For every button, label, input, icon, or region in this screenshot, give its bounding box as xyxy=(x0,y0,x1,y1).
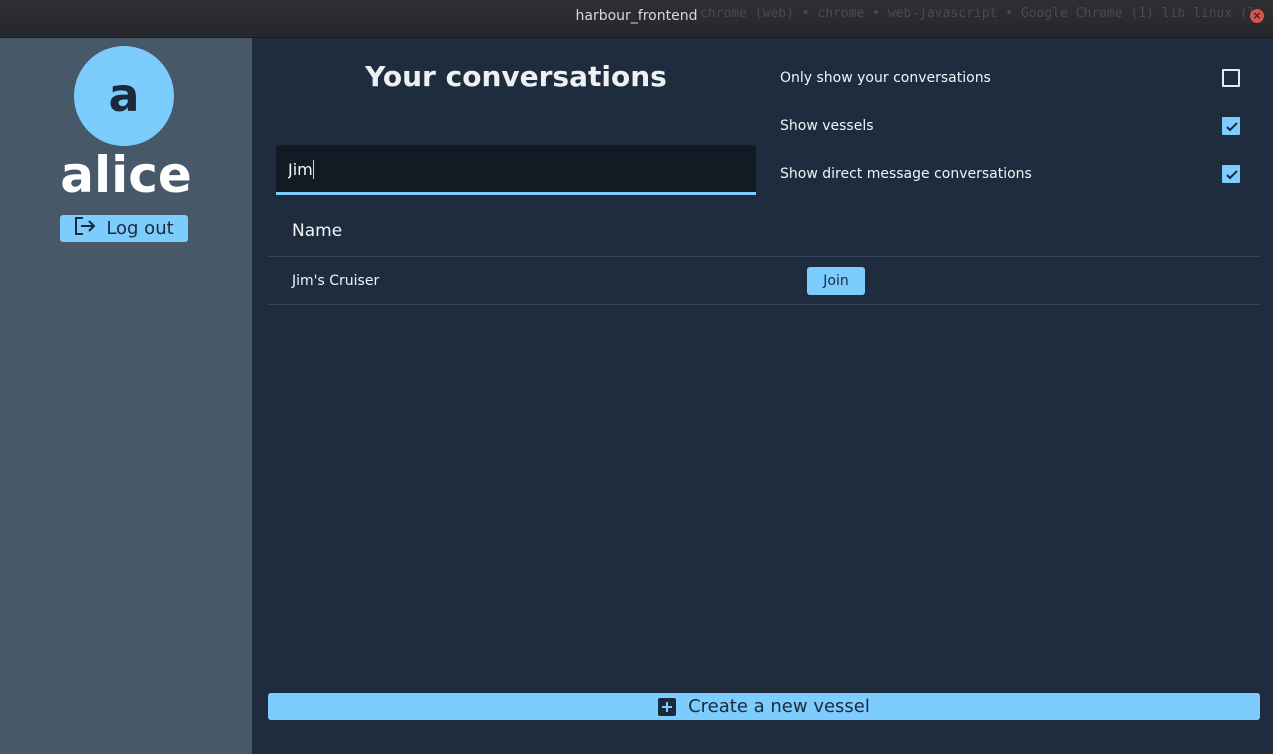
conversations-table: Name Jim's Cruiser Join xyxy=(268,206,1260,305)
create-vessel-button[interactable]: Create a new vessel xyxy=(268,693,1260,720)
page-title: Your conversations xyxy=(365,60,667,93)
table-header: Name xyxy=(268,206,1260,257)
window-title: harbour_frontend xyxy=(575,8,698,24)
sidebar: a alice Log out xyxy=(0,38,252,754)
logout-icon xyxy=(74,217,96,240)
search-input[interactable] xyxy=(276,145,756,192)
logout-button[interactable]: Log out xyxy=(60,215,188,242)
checkbox-only-yours[interactable] xyxy=(1222,69,1240,87)
close-window-icon[interactable]: × xyxy=(1250,9,1264,23)
plus-square-icon xyxy=(658,697,677,716)
window-titlebar: chrome (web) • chrome • web-javascript •… xyxy=(0,0,1273,38)
logout-label: Log out xyxy=(106,218,174,239)
filter-only-yours[interactable]: Only show your conversations xyxy=(780,65,1240,91)
join-button[interactable]: Join xyxy=(807,267,865,295)
filter-show-dms[interactable]: Show direct message conversations xyxy=(780,161,1240,187)
username: alice xyxy=(60,146,192,204)
filter-label: Only show your conversations xyxy=(780,70,991,86)
table-row: Jim's Cruiser Join xyxy=(268,257,1260,305)
filter-label: Show vessels xyxy=(780,118,874,134)
checkbox-show-dms[interactable] xyxy=(1222,165,1240,183)
checkbox-show-vessels[interactable] xyxy=(1222,117,1240,135)
text-caret xyxy=(313,160,314,179)
search-field[interactable] xyxy=(276,145,756,195)
filter-label: Show direct message conversations xyxy=(780,166,1032,182)
column-header-name: Name xyxy=(292,221,343,241)
filter-show-vessels[interactable]: Show vessels xyxy=(780,113,1240,139)
conversation-name: Jim's Cruiser xyxy=(292,272,380,289)
avatar: a xyxy=(74,46,174,146)
create-vessel-label: Create a new vessel xyxy=(688,696,870,717)
